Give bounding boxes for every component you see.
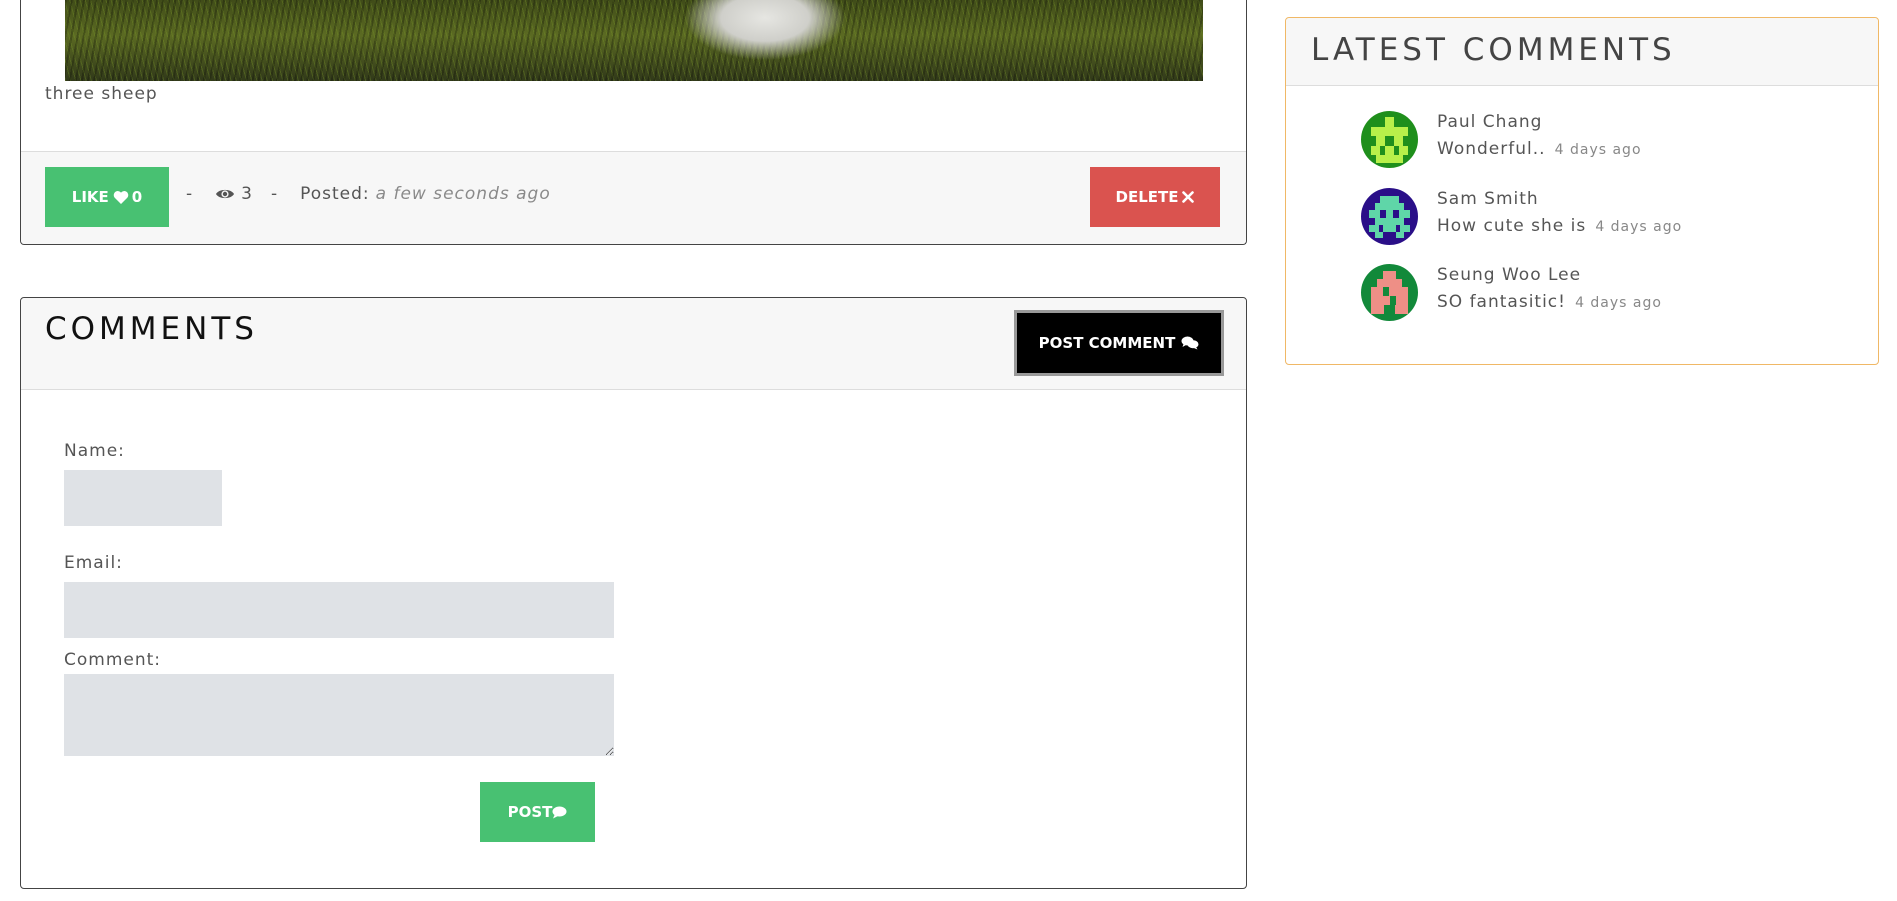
name-label: Name:: [64, 441, 125, 461]
like-label: LIKE: [71, 188, 109, 206]
email-label: Email:: [64, 553, 123, 573]
comment-text: How cute she is: [1437, 216, 1587, 236]
close-icon: [1182, 191, 1195, 203]
post-comment-label: POST COMMENT: [1038, 334, 1176, 352]
comment-text-line: How cute she is 4 days ago: [1437, 216, 1682, 236]
post-comment-button[interactable]: POST COMMENT: [1014, 310, 1224, 376]
comment-time: 4 days ago: [1554, 142, 1642, 158]
post-meta: - 3 - Posted: a few seconds ago: [186, 184, 551, 204]
comment-time: 4 days ago: [1575, 295, 1662, 311]
avatar: [1361, 111, 1418, 168]
posted-time: a few seconds ago: [375, 184, 551, 204]
like-button[interactable]: LIKE 0: [45, 167, 169, 227]
delete-label: DELETE: [1115, 188, 1179, 206]
comment-time: 4 days ago: [1595, 219, 1683, 235]
meta-separator: -: [186, 184, 194, 204]
post-image: [65, 0, 1203, 81]
posted-label: Posted:: [300, 184, 370, 204]
views-count: 3: [215, 184, 253, 204]
views-value: 3: [241, 184, 253, 204]
post-label: POST: [507, 803, 553, 821]
eye-icon: [216, 189, 235, 199]
comment-text: SO fantasitic!: [1437, 292, 1566, 312]
avatar: [1361, 264, 1418, 321]
comment-textarea[interactable]: [64, 674, 614, 756]
like-count: 0: [131, 188, 143, 206]
heart-icon: [113, 190, 129, 204]
email-input[interactable]: [64, 582, 614, 638]
post-caption: three sheep: [45, 84, 158, 104]
post-footer: LIKE 0 - 3 - Posted: a few seconds ago D…: [21, 151, 1246, 244]
comment-author: Seung Woo Lee: [1437, 265, 1582, 285]
avatar: [1361, 188, 1418, 245]
latest-comments-title: LATEST COMMENTS: [1311, 32, 1676, 68]
post-card: three sheep LIKE 0 - 3 - Posted: a few s…: [20, 0, 1247, 245]
delete-button[interactable]: DELETE: [1090, 167, 1220, 227]
name-input[interactable]: [64, 470, 222, 526]
comments-icon: [1181, 336, 1199, 350]
latest-comments-header: LATEST COMMENTS: [1286, 18, 1878, 86]
comment-author: Sam Smith: [1437, 189, 1539, 209]
meta-separator: -: [270, 184, 279, 204]
comment-icon: [552, 806, 567, 818]
comment-text: Wonderful..: [1437, 139, 1546, 159]
comments-header: COMMENTS POST COMMENT: [21, 298, 1246, 390]
comment-author: Paul Chang: [1437, 112, 1543, 132]
comments-title: COMMENTS: [45, 311, 258, 347]
comment-text-line: SO fantasitic! 4 days ago: [1437, 292, 1662, 312]
latest-comments-card: LATEST COMMENTS Paul Chang Wonderful.. 4…: [1285, 17, 1879, 365]
comments-card: COMMENTS POST COMMENT Name: Email: Comme…: [20, 297, 1247, 889]
post-button[interactable]: POST: [480, 782, 595, 842]
comment-text-line: Wonderful.. 4 days ago: [1437, 139, 1642, 159]
comment-label: Comment:: [64, 650, 162, 670]
